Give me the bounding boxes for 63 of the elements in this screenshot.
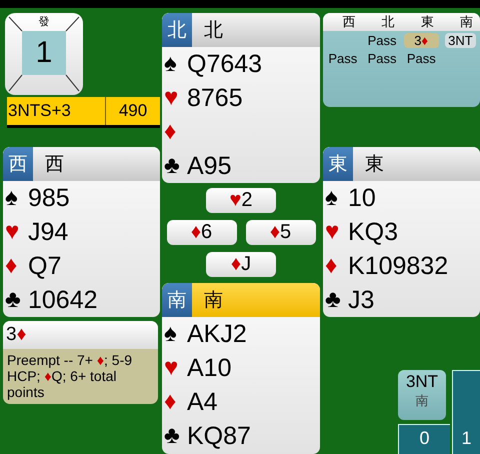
played-card: ♦6 [166, 220, 236, 245]
seat-header: 東 [420, 13, 435, 31]
played-card: ♥2 [206, 188, 276, 213]
card-ranks[interactable]: Q7 [28, 252, 62, 280]
card-ranks[interactable]: K109832 [348, 252, 448, 280]
suit-symbol: ♠ [164, 320, 178, 348]
trick-count: 0 [398, 424, 450, 454]
seat-badge: 西 [3, 147, 33, 181]
bid: Pass [406, 50, 437, 66]
suit-symbol: ♠ [164, 50, 178, 78]
played-card: ♦J [206, 252, 276, 277]
card-ranks[interactable]: KQ87 [187, 422, 251, 450]
suit-symbol: ♥ [164, 84, 180, 112]
played-card: ♦5 [246, 220, 316, 245]
card-ranks[interactable]: J3 [348, 286, 374, 314]
player-name: 東 [365, 153, 384, 177]
suit-symbol: ♦ [5, 252, 18, 280]
card-ranks[interactable]: A10 [187, 354, 232, 382]
declarer: 南 [416, 392, 428, 410]
suit-symbol: ♦ [164, 388, 178, 416]
bid: Pass [366, 32, 398, 48]
final-contract: 3NT [406, 372, 438, 392]
player-name: 北 [204, 19, 223, 43]
dealer-label: 發 [38, 15, 50, 29]
suit-symbol: ♠ [325, 184, 339, 212]
card-ranks[interactable]: AKJ2 [187, 320, 247, 348]
seat-badge: 東 [323, 147, 353, 181]
suit-symbol: ♣ [164, 422, 181, 450]
result-contract: 3NTS+3 [7, 97, 106, 125]
suit-symbol: ♥ [325, 218, 340, 246]
card-ranks[interactable]: 985 [28, 184, 70, 212]
bid: 3♦ [404, 32, 439, 48]
bid-explanation: Preempt -- 7+ ♦; 5-9 HCP; ♦Q; 6+ total points [6, 351, 134, 402]
card-ranks[interactable]: Q7643 [187, 50, 262, 78]
player-name: 西 [45, 153, 64, 177]
seat-badge: 北 [162, 13, 192, 47]
card-ranks[interactable]: KQ3 [348, 218, 398, 246]
bid: 3NT [444, 32, 476, 48]
seat-header: 南 [459, 13, 474, 31]
suit-symbol: ♣ [5, 286, 22, 314]
result-score: 490 [118, 100, 148, 122]
card-ranks[interactable]: 8765 [187, 84, 243, 112]
suit-symbol: ♥ [164, 354, 180, 382]
bid: Pass [327, 50, 358, 66]
player-name: 南 [204, 289, 223, 313]
seat-header: 西 [341, 13, 356, 31]
suit-symbol: ♣ [325, 286, 342, 314]
card-ranks[interactable]: A95 [187, 152, 232, 180]
board-number: 1 [22, 31, 66, 75]
suit-symbol: ♠ [5, 184, 19, 212]
card-ranks[interactable]: J94 [28, 218, 68, 246]
card-ranks[interactable]: 10642 [28, 286, 98, 314]
trick-count: 1 [452, 370, 480, 454]
explained-bid: 3♦ [3, 321, 158, 349]
suit-symbol: ♦ [325, 252, 338, 280]
suit-symbol: ♣ [164, 152, 181, 180]
card-ranks[interactable]: 10 [348, 184, 376, 212]
card-ranks[interactable]: A4 [187, 388, 218, 416]
suit-symbol: ♦ [164, 118, 178, 146]
seat-header: 北 [380, 13, 396, 31]
bid: Pass [366, 50, 398, 66]
suit-symbol: ♥ [5, 218, 20, 246]
seat-badge: 南 [162, 283, 192, 317]
